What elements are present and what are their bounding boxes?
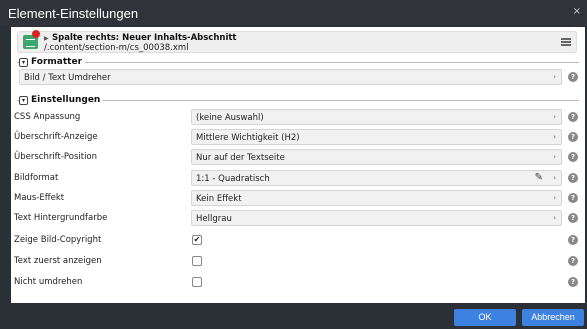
row-label: Überschrift-Anzeige <box>14 132 98 142</box>
chevron-right-icon: › <box>553 133 556 141</box>
title-bar[interactable]: Element-Einstellungen × <box>0 0 587 26</box>
heading-display-select[interactable]: Mittlere Wichtigkeit (H2) › <box>191 129 562 145</box>
no-flip-checkbox[interactable] <box>192 277 202 287</box>
help-icon[interactable]: ? <box>568 235 578 245</box>
pencil-icon[interactable]: ✎ <box>535 172 543 183</box>
chevron-right-icon: › <box>553 113 556 121</box>
chevron-right-icon: › <box>553 73 556 81</box>
row-label: Text Hintergrundfarbe <box>14 213 108 223</box>
row-label: Überschrift-Position <box>14 152 98 162</box>
formatter-legend-label: Formatter <box>31 57 83 67</box>
settings-row-heading-position: Überschrift-Position Nur auf der Textsei… <box>11 147 585 167</box>
image-format-select[interactable]: 1:1 - Quadratisch ✎ › <box>191 170 562 186</box>
help-icon[interactable]: ? <box>568 112 578 122</box>
select-value: Kein Effekt <box>196 194 242 204</box>
help-icon[interactable]: ? <box>568 72 578 82</box>
settings-dialog: Element-Einstellungen × ▶ Spalte rechts:… <box>0 0 587 329</box>
settings-row-mouse-effect: Maus-Effekt Kein Effekt › ? <box>11 188 585 208</box>
chevron-right-icon: › <box>553 214 556 222</box>
css-select[interactable]: (keine Auswahl) › <box>191 109 562 125</box>
dialog-content: ▶ Spalte rechts: Neuer Inhalts-Abschnitt… <box>11 27 585 303</box>
hamburger-menu-icon[interactable] <box>561 38 571 46</box>
settings-legend[interactable]: ▾ Einstellungen <box>19 95 104 105</box>
chevron-right-icon: ▶ <box>44 35 49 42</box>
select-value: 1:1 - Quadratisch <box>196 174 270 184</box>
element-breadcrumb: ▶ Spalte rechts: Neuer Inhalts-Abschnitt… <box>17 30 577 53</box>
settings-row-heading-display: Überschrift-Anzeige Mittlere Wichtigkeit… <box>11 127 585 147</box>
select-value: Nur auf der Textseite <box>196 153 285 163</box>
settings-row-text-bg: Text Hintergrundfarbe Hellgrau › ? <box>11 208 585 228</box>
row-label: Maus-Effekt <box>14 193 65 203</box>
element-path: /.content/section-m/cs_00038.xml <box>44 43 189 53</box>
row-label: Nicht umdrehen <box>14 277 83 287</box>
settings-legend-label: Einstellungen <box>31 95 101 105</box>
help-icon[interactable]: ? <box>568 256 578 266</box>
help-icon[interactable]: ? <box>568 152 578 162</box>
settings-row-css: CSS Anpassung (keine Auswahl) › ? <box>11 107 585 127</box>
formatter-legend[interactable]: ▾ Formatter <box>19 57 86 67</box>
heading-position-select[interactable]: Nur auf der Textseite › <box>191 149 562 165</box>
collapse-toggle-icon[interactable]: ▾ <box>19 95 28 105</box>
element-name: Spalte rechts: Neuer Inhalts-Abschnitt <box>52 33 237 43</box>
ok-button[interactable]: OK <box>454 309 516 326</box>
help-icon[interactable]: ? <box>568 193 578 203</box>
collapse-toggle-icon[interactable]: ▾ <box>19 57 28 67</box>
dialog-footer: OK Abbrechen <box>0 303 587 329</box>
help-icon[interactable]: ? <box>568 132 578 142</box>
show-copyright-checkbox[interactable]: ✔ <box>192 235 202 245</box>
help-icon[interactable]: ? <box>568 173 578 183</box>
settings-row-show-copyright: Zeige Bild-Copyright ✔ ? <box>11 230 585 250</box>
chevron-right-icon: › <box>553 174 556 182</box>
select-value: Mittlere Wichtigkeit (H2) <box>196 133 300 143</box>
help-icon[interactable]: ? <box>568 213 578 223</box>
chevron-right-icon: › <box>553 194 556 202</box>
row-label: Zeige Bild-Copyright <box>14 235 102 245</box>
help-icon[interactable]: ? <box>568 277 578 287</box>
select-value: Hellgrau <box>196 214 232 224</box>
dialog-title: Element-Einstellungen <box>8 6 139 21</box>
settings-row-text-first: Text zuerst anzeigen ? <box>11 251 585 271</box>
formatter-select[interactable]: Bild / Text Umdreher › <box>19 69 562 85</box>
settings-row-no-flip: Nicht umdrehen ? <box>11 272 585 292</box>
cancel-button[interactable]: Abbrechen <box>522 309 584 326</box>
row-label: Bildformat <box>14 173 59 183</box>
row-label: CSS Anpassung <box>14 112 81 122</box>
formatter-row: Bild / Text Umdreher › ? <box>11 67 585 87</box>
text-first-checkbox[interactable] <box>192 256 202 266</box>
row-label: Text zuerst anzeigen <box>14 256 102 266</box>
close-icon[interactable]: × <box>573 6 581 17</box>
settings-row-image-format: Bildformat 1:1 - Quadratisch ✎ › ? <box>11 168 585 188</box>
status-badge <box>32 30 40 38</box>
chevron-right-icon: › <box>553 153 556 161</box>
formatter-value: Bild / Text Umdreher <box>24 73 111 83</box>
mouse-effect-select[interactable]: Kein Effekt › <box>191 190 562 206</box>
select-value: (keine Auswahl) <box>196 113 264 123</box>
text-bg-select[interactable]: Hellgrau › <box>191 210 562 226</box>
